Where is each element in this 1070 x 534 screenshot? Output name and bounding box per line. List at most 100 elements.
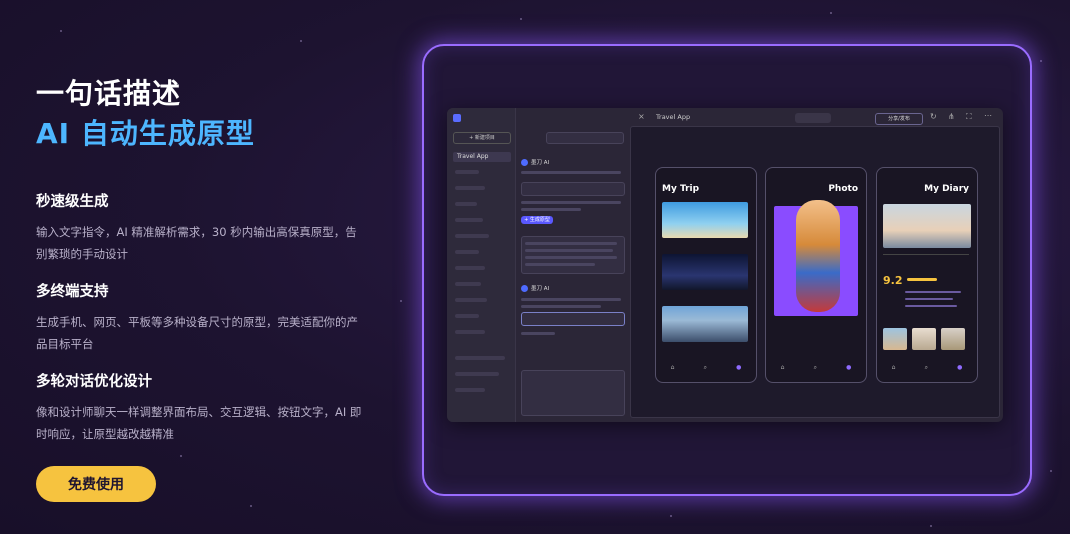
chat-text-placeholder (521, 305, 601, 308)
sidebar-placeholder (455, 170, 479, 174)
device-switch (795, 113, 831, 123)
sidebar-placeholder (455, 388, 485, 392)
star-decoration (830, 12, 832, 14)
chat-text-placeholder (525, 256, 617, 259)
chat-input-box (521, 370, 625, 416)
feature-desc: 像和设计师聊天一样调整界面布局、交互逻辑、按钮文字，AI 即时响应，让原型越改越… (36, 405, 362, 441)
phone-screen-my-trip: My Trip ⌂ ⌕ ● (655, 167, 757, 383)
phone-screen-my-diary: My Diary 9.2 ⌂ ⌕ ● (876, 167, 978, 383)
home-icon: ⌂ (891, 364, 896, 371)
chat-text-placeholder (521, 208, 581, 211)
refresh-icon: ↻ (930, 112, 937, 121)
sidebar-placeholder (455, 186, 485, 190)
screen-title: Photo (828, 184, 858, 194)
bottom-nav: ⌂ ⌕ ● (877, 364, 977, 378)
sidebar-placeholder (455, 372, 499, 376)
profile-icon: ● (736, 364, 742, 371)
profile-icon: ● (957, 364, 963, 371)
rating-bar (905, 305, 957, 307)
free-use-button[interactable]: 免费使用 (36, 466, 156, 502)
generate-button: + 生成原型 (521, 216, 553, 224)
rating-bar (905, 298, 953, 300)
sidebar-placeholder (455, 356, 505, 360)
preview-title: Travel App (656, 113, 691, 121)
star-decoration (670, 515, 672, 517)
star-decoration (300, 40, 302, 42)
feature-desc: 输入文字指令，AI 精准解析需求，30 秒内输出高保真原型，告别繁琐的手动设计 (36, 225, 357, 261)
feature-desc: 生成手机、网页、平板等多种设备尺寸的原型，完美适配你的产品目标平台 (36, 315, 358, 351)
chat-text-placeholder (521, 298, 621, 301)
thumbnail-image (941, 328, 965, 350)
bottom-nav: ⌂ ⌕ ● (656, 364, 756, 378)
fullscreen-icon: ⛶ (966, 112, 972, 121)
rating-value: 9.2 (883, 274, 903, 287)
sidebar-placeholder (455, 314, 479, 318)
night-sky-image (662, 254, 748, 290)
search-icon: ⌕ (813, 364, 817, 371)
rating-bar (905, 291, 961, 293)
share-icon: ⋔ (948, 112, 955, 121)
more-icon: ⋯ (984, 111, 992, 120)
ai-label: 墨刀 AI (521, 284, 549, 292)
city-image (662, 306, 748, 342)
star-decoration (1040, 60, 1042, 62)
hero-title-line1: 一句话描述 (36, 77, 182, 110)
screen-title: My Trip (662, 184, 700, 194)
ai-avatar-icon (521, 159, 528, 166)
phone-screen-photo: Photo ⌂ ⌕ ● (765, 167, 867, 383)
home-icon: ⌂ (670, 364, 675, 371)
sidebar-placeholder (455, 250, 479, 254)
beach-image (662, 202, 748, 238)
hero-title-line2: AI 自动生成原型 (36, 117, 255, 150)
star-decoration (180, 455, 182, 457)
ai-avatar-icon (521, 285, 528, 292)
chat-text-placeholder (521, 332, 555, 335)
new-project-button: + 新建项目 (453, 132, 511, 144)
feature-title: 秒速级生成 (36, 194, 109, 210)
preview-toolbar: × Travel App 分享/发布 ↻ ⋔ ⛶ ⋯ (630, 110, 998, 126)
close-icon: × (638, 112, 645, 121)
ai-name: 墨刀 AI (531, 160, 550, 166)
thumbnail-image (883, 328, 907, 350)
star-decoration (930, 525, 932, 527)
search-icon: ⌕ (703, 364, 707, 371)
chat-text-placeholder (525, 263, 595, 266)
star-decoration (60, 30, 62, 32)
ai-name: 墨刀 AI (531, 286, 550, 292)
sidebar-item-travel-app: Travel App (453, 152, 511, 162)
sidebar-placeholder (455, 282, 481, 286)
publish-button: 分享/发布 (875, 113, 923, 125)
star-decoration (1050, 470, 1052, 472)
star-decoration (520, 18, 522, 20)
search-icon: ⌕ (924, 364, 928, 371)
star-decoration (250, 505, 252, 507)
feature-block-multi-device: 多终端支持 生成手机、网页、平板等多种设备尺寸的原型，完美适配你的产品目标平台 (36, 280, 366, 355)
bottom-nav: ⌂ ⌕ ● (766, 364, 866, 378)
sidebar-placeholder (455, 218, 483, 222)
chat-text-placeholder (521, 171, 621, 174)
thumbnail-image (912, 328, 936, 350)
home-icon: ⌂ (780, 364, 785, 371)
preview-canvas: My Trip ⌂ ⌕ ● Photo ⌂ ⌕ ● My Diary 9.2 ⌂ (630, 126, 1000, 418)
sidebar-placeholder (455, 234, 489, 238)
app-sidebar: + 新建项目 Travel App (447, 108, 516, 422)
feature-title: 多轮对话优化设计 (36, 374, 152, 390)
star-decoration (400, 300, 402, 302)
feature-block-dialog: 多轮对话优化设计 像和设计师聊天一样调整界面布局、交互逻辑、按钮文字，AI 即时… (36, 370, 366, 445)
sidebar-placeholder (455, 266, 485, 270)
chat-text-placeholder (525, 242, 617, 245)
profile-icon: ● (846, 364, 852, 371)
feature-block-speed: 秒速级生成 输入文字指令，AI 精准解析需求，30 秒内输出高保真原型，告别繁琐… (36, 190, 366, 265)
chat-option-selected (521, 312, 625, 326)
sidebar-placeholder (455, 202, 477, 206)
ai-label: 墨刀 AI (521, 158, 549, 166)
chat-text-placeholder (525, 249, 613, 252)
feature-title: 多终端支持 (36, 284, 109, 300)
app-logo-icon (453, 114, 461, 122)
prompt-chip (546, 132, 624, 144)
diary-text-placeholder (883, 254, 969, 265)
chat-option (521, 182, 625, 196)
diary-photo (883, 204, 971, 248)
traveler-image (796, 200, 840, 312)
sidebar-placeholder (455, 298, 487, 302)
